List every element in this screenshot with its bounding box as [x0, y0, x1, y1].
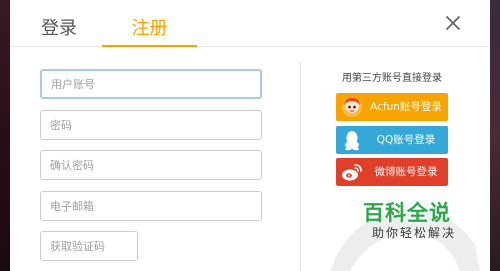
qq-penguin-icon: [340, 128, 364, 152]
tab-register[interactable]: 注册: [102, 0, 197, 47]
email-input[interactable]: [40, 191, 262, 221]
username-input[interactable]: [40, 69, 262, 99]
acfun-login-label: Acfun账号登录: [370, 101, 442, 113]
vertical-divider: [300, 62, 301, 271]
background-right: [490, 0, 500, 271]
acfun-login-button[interactable]: Acfun账号登录: [336, 93, 448, 121]
weibo-login-button[interactable]: 微博账号登录: [336, 158, 448, 186]
tab-bar: 登录 注册: [10, 0, 490, 47]
qq-login-label: QQ账号登录: [376, 134, 436, 146]
confirm-password-input[interactable]: [40, 150, 262, 180]
third-party-title: 用第三方账号直接登录: [342, 73, 442, 84]
brand-tagline: 助你轻松解决: [372, 226, 457, 240]
weibo-login-label: 微博账号登录: [374, 166, 438, 178]
weibo-icon: [340, 160, 364, 184]
verification-code-input[interactable]: [40, 231, 138, 261]
auth-dialog: 登录 注册 用第三方账号直接登录 Acfun账号登录: [10, 0, 490, 271]
close-icon[interactable]: [444, 14, 462, 32]
password-input[interactable]: [40, 110, 262, 140]
background-left: [0, 0, 10, 271]
brand-logo: 百科全说: [363, 201, 451, 225]
acfun-icon: [340, 95, 364, 119]
qq-login-button[interactable]: QQ账号登录: [336, 126, 448, 154]
tab-login[interactable]: 登录: [24, 0, 94, 46]
